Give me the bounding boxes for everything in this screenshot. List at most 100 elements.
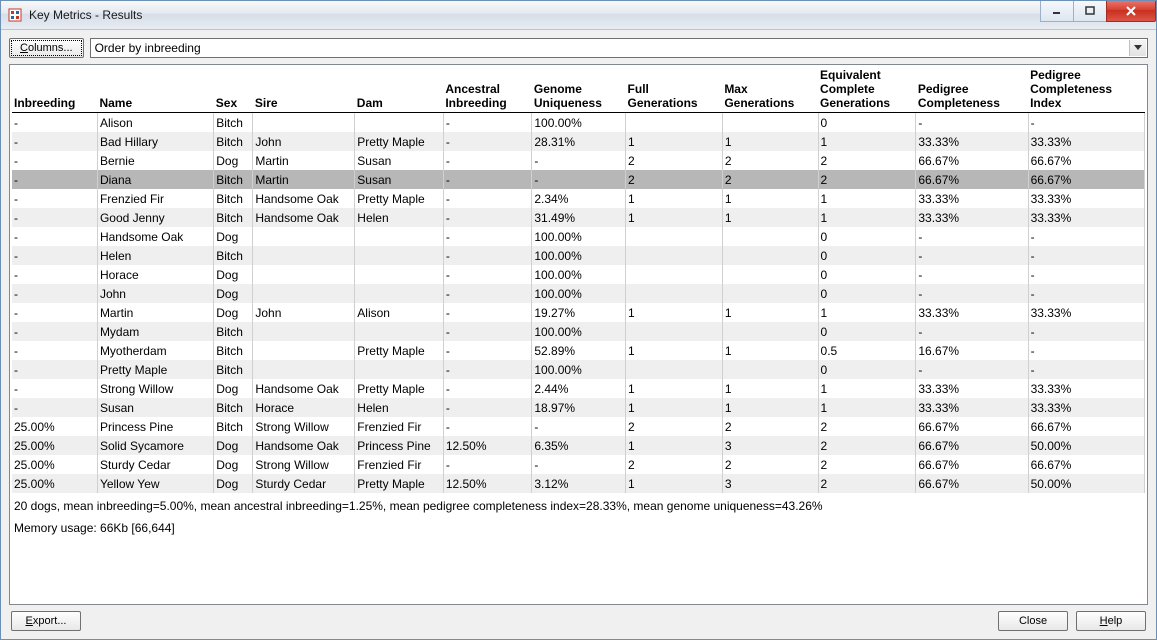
- col-name[interactable]: Name: [97, 67, 213, 113]
- cell-dam: Susan: [355, 170, 444, 189]
- cell-ai: -: [443, 208, 532, 227]
- close-button[interactable]: Close: [998, 611, 1068, 631]
- cell-ecg: 2: [818, 151, 916, 170]
- cell-name: Sturdy Cedar: [97, 455, 213, 474]
- cell-sex: Bitch: [214, 398, 253, 417]
- cell-mg: 1: [722, 398, 818, 417]
- cell-inbreeding: 25.00%: [12, 474, 97, 493]
- cell-ecg: 1: [818, 303, 916, 322]
- table-row[interactable]: -HoraceDog-100.00%0--: [12, 265, 1145, 284]
- table-row[interactable]: -DianaBitchMartinSusan--22266.67%66.67%: [12, 170, 1145, 189]
- cell-mg: 1: [722, 189, 818, 208]
- cell-fg: [626, 284, 723, 303]
- maximize-button[interactable]: [1073, 1, 1107, 22]
- cell-name: Susan: [97, 398, 213, 417]
- cell-name: Pretty Maple: [97, 360, 213, 379]
- cell-ecg: 0: [818, 227, 916, 246]
- table-row[interactable]: -Pretty MapleBitch-100.00%0--: [12, 360, 1145, 379]
- table-row[interactable]: -JohnDog-100.00%0--: [12, 284, 1145, 303]
- cell-pc: -: [916, 360, 1028, 379]
- cell-inbreeding: 25.00%: [12, 436, 97, 455]
- cell-sire: [253, 265, 355, 284]
- table-row[interactable]: -AlisonBitch-100.00%0--: [12, 113, 1145, 133]
- cell-pci: 33.33%: [1028, 208, 1144, 227]
- cell-pc: 66.67%: [916, 417, 1028, 436]
- col-sire[interactable]: Sire: [253, 67, 355, 113]
- cell-sex: Bitch: [214, 113, 253, 133]
- cell-ecg: 2: [818, 417, 916, 436]
- cell-dam: [355, 322, 444, 341]
- col-pci[interactable]: Pedigree Completeness Index: [1028, 67, 1144, 113]
- order-combo[interactable]: Order by inbreeding: [90, 38, 1148, 58]
- cell-sire: John: [253, 303, 355, 322]
- cell-ecg: 1: [818, 379, 916, 398]
- col-ai[interactable]: Ancestral Inbreeding: [443, 67, 532, 113]
- table-row[interactable]: -Handsome OakDog-100.00%0--: [12, 227, 1145, 246]
- cell-ai: -: [443, 170, 532, 189]
- table-row[interactable]: -Frenzied FirBitchHandsome OakPretty Map…: [12, 189, 1145, 208]
- results-table[interactable]: InbreedingNameSexSireDamAncestral Inbree…: [12, 67, 1145, 493]
- col-gu[interactable]: Genome Uniqueness: [532, 67, 626, 113]
- cell-pc: 33.33%: [916, 208, 1028, 227]
- export-button[interactable]: Export...: [11, 611, 81, 631]
- table-row[interactable]: -MydamBitch-100.00%0--: [12, 322, 1145, 341]
- columns-button[interactable]: Columns...: [9, 38, 84, 58]
- table-row[interactable]: -MartinDogJohnAlison-19.27%11133.33%33.3…: [12, 303, 1145, 322]
- cell-name: Frenzied Fir: [97, 189, 213, 208]
- cell-ecg: 1: [818, 398, 916, 417]
- client-area: Columns... Order by inbreeding Inbreedin…: [1, 30, 1156, 639]
- help-button[interactable]: Help: [1076, 611, 1146, 631]
- table-row[interactable]: -BernieDogMartinSusan--22266.67%66.67%: [12, 151, 1145, 170]
- cell-sex: Bitch: [214, 170, 253, 189]
- cell-ecg: 0: [818, 322, 916, 341]
- cell-ecg: 2: [818, 455, 916, 474]
- table-row[interactable]: 25.00%Sturdy CedarDogStrong WillowFrenzi…: [12, 455, 1145, 474]
- col-fg[interactable]: Full Generations: [626, 67, 723, 113]
- cell-gu: 31.49%: [532, 208, 626, 227]
- cell-pc: 33.33%: [916, 398, 1028, 417]
- cell-mg: [722, 227, 818, 246]
- cell-pci: -: [1028, 227, 1144, 246]
- cell-gu: -: [532, 455, 626, 474]
- col-mg[interactable]: Max Generations: [722, 67, 818, 113]
- cell-sex: Dog: [214, 265, 253, 284]
- cell-dam: Helen: [355, 398, 444, 417]
- cell-ai: -: [443, 303, 532, 322]
- table-row[interactable]: -Bad HillaryBitchJohnPretty Maple-28.31%…: [12, 132, 1145, 151]
- col-dam[interactable]: Dam: [355, 67, 444, 113]
- close-window-button[interactable]: [1106, 1, 1156, 22]
- cell-sire: Handsome Oak: [253, 208, 355, 227]
- cell-dam: [355, 227, 444, 246]
- cell-pci: 66.67%: [1028, 455, 1144, 474]
- col-inbreeding[interactable]: Inbreeding: [12, 67, 97, 113]
- cell-sire: Handsome Oak: [253, 189, 355, 208]
- table-header-row: InbreedingNameSexSireDamAncestral Inbree…: [12, 67, 1145, 113]
- cell-pc: 66.67%: [916, 455, 1028, 474]
- cell-ai: -: [443, 113, 532, 133]
- cell-ecg: 0.5: [818, 341, 916, 360]
- minimize-button[interactable]: [1040, 1, 1074, 22]
- cell-dam: [355, 284, 444, 303]
- cell-fg: [626, 113, 723, 133]
- col-pc[interactable]: Pedigree Completeness: [916, 67, 1028, 113]
- table-row[interactable]: -Strong WillowDogHandsome OakPretty Mapl…: [12, 379, 1145, 398]
- cell-inbreeding: -: [12, 303, 97, 322]
- cell-fg: [626, 360, 723, 379]
- window-title: Key Metrics - Results: [29, 8, 142, 22]
- table-row[interactable]: 25.00%Solid SycamoreDogHandsome OakPrinc…: [12, 436, 1145, 455]
- cell-sex: Dog: [214, 379, 253, 398]
- col-sex[interactable]: Sex: [214, 67, 253, 113]
- table-row[interactable]: -Good JennyBitchHandsome OakHelen-31.49%…: [12, 208, 1145, 227]
- cell-sex: Bitch: [214, 341, 253, 360]
- table-row[interactable]: 25.00%Yellow YewDogSturdy CedarPretty Ma…: [12, 474, 1145, 493]
- cell-gu: 100.00%: [532, 284, 626, 303]
- col-ecg[interactable]: Equivalent Complete Generations: [818, 67, 916, 113]
- table-row[interactable]: -MyotherdamBitchPretty Maple-52.89%110.5…: [12, 341, 1145, 360]
- cell-name: Bad Hillary: [97, 132, 213, 151]
- cell-ecg: 0: [818, 246, 916, 265]
- table-row[interactable]: -HelenBitch-100.00%0--: [12, 246, 1145, 265]
- cell-mg: 1: [722, 303, 818, 322]
- cell-dam: Alison: [355, 303, 444, 322]
- table-row[interactable]: 25.00%Princess PineBitchStrong WillowFre…: [12, 417, 1145, 436]
- table-row[interactable]: -SusanBitchHoraceHelen-18.97%11133.33%33…: [12, 398, 1145, 417]
